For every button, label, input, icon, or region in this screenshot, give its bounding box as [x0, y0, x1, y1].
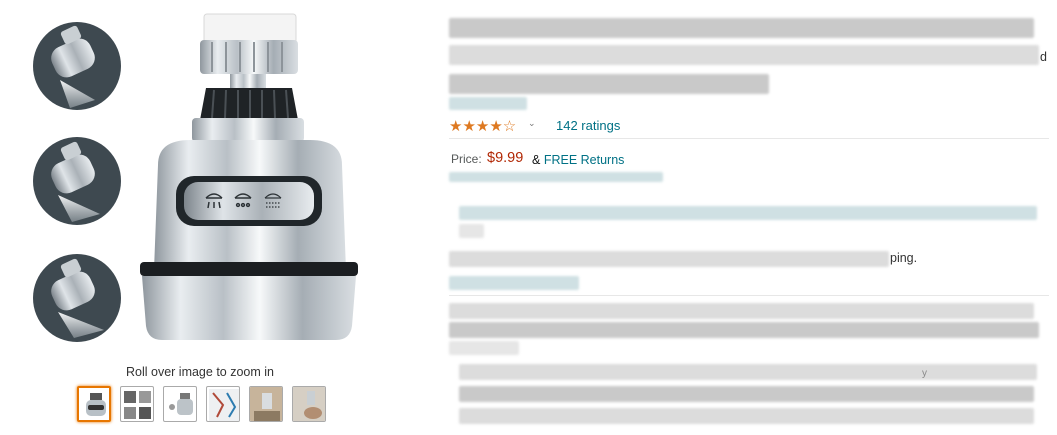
thumbnail-image — [86, 393, 106, 416]
zoom-hint: Roll over image to zoom in — [126, 365, 274, 379]
detail-circle-3 — [33, 254, 121, 342]
bullet-1-cont-blurred — [459, 224, 484, 238]
detail-circle-1 — [33, 22, 121, 110]
bullet-5-blurred — [459, 364, 1037, 380]
free-returns-link[interactable]: FREE Returns — [544, 153, 625, 167]
main-product-image[interactable] — [0, 0, 380, 362]
bullet-4-cont-blurred — [449, 341, 519, 355]
ampersand: & — [532, 153, 541, 167]
title-line-2-blurred — [449, 45, 1039, 65]
faucet-head — [140, 13, 358, 340]
title-line-3-blurred — [449, 74, 769, 94]
returns-text: & FREE Returns — [532, 153, 624, 167]
thumbnail-image — [209, 389, 239, 421]
price-value: $9.99 — [487, 150, 524, 166]
bullet-fragment-2: y — [922, 368, 927, 379]
star-rating[interactable]: ★★★★☆ — [449, 117, 516, 135]
bullet-4-blurred — [449, 322, 1039, 338]
divider — [449, 295, 1049, 296]
chevron-down-icon[interactable]: ⌄ — [528, 118, 536, 129]
thumbnail-3[interactable] — [163, 386, 197, 422]
divider — [449, 138, 1049, 139]
title-fragment: d — [1040, 50, 1047, 64]
bullet-1-blurred — [459, 206, 1037, 220]
bullet-7-blurred — [459, 408, 1034, 424]
bullet-3-blurred — [449, 303, 1034, 319]
thumbnail-6[interactable] — [292, 386, 326, 422]
ratings-count-link[interactable]: 142 ratings — [556, 118, 620, 133]
thumbnail-image — [250, 387, 282, 421]
bullet-fragment: ping. — [890, 251, 918, 265]
title-line-1-blurred — [449, 18, 1034, 38]
brand-link-blurred[interactable] — [449, 97, 527, 110]
thumbnail-2[interactable] — [120, 386, 154, 422]
delivery-info-blurred — [449, 172, 663, 182]
thumbnail-1[interactable] — [77, 386, 111, 422]
price-label: Price: — [451, 152, 482, 166]
see-more-blurred[interactable] — [449, 276, 579, 290]
thumbnail-image — [124, 391, 151, 419]
thumbnail-image — [293, 387, 325, 421]
bullet-6-blurred — [459, 386, 1034, 402]
thumbnail-4[interactable] — [206, 386, 240, 422]
bullet-2-blurred — [449, 251, 889, 267]
thumbnail-5[interactable] — [249, 386, 283, 422]
detail-circle-2 — [33, 137, 121, 225]
thumbnail-image — [169, 393, 193, 415]
